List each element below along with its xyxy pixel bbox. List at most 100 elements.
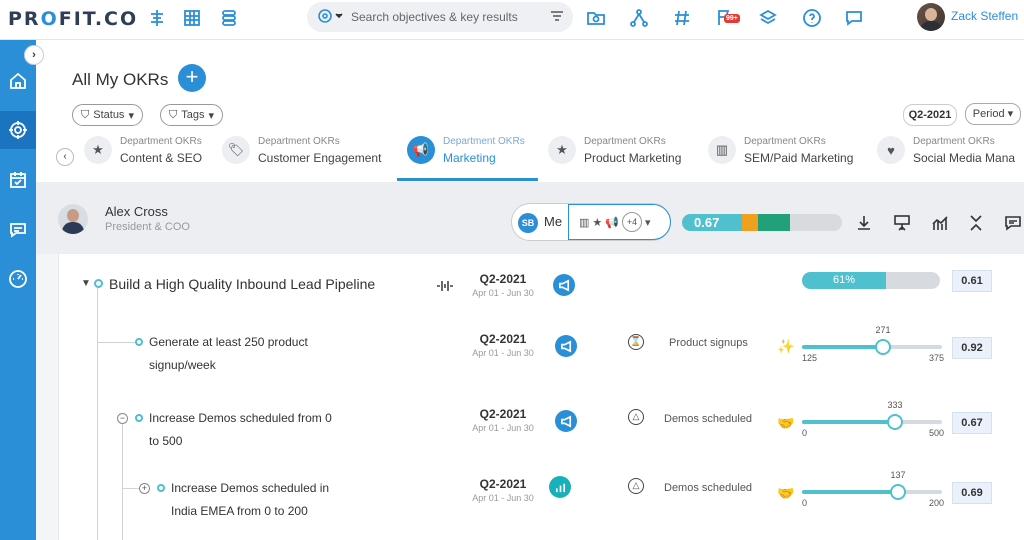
message-icon bbox=[10, 223, 26, 238]
sidebar-collapse-button[interactable]: › bbox=[24, 45, 44, 65]
kr-indicator: Demos scheduled bbox=[664, 482, 753, 494]
grid-icon[interactable] bbox=[180, 6, 204, 30]
analytics-icon[interactable] bbox=[929, 212, 951, 234]
download-icon[interactable] bbox=[853, 212, 875, 234]
user-name[interactable]: Zack Steffen bbox=[951, 9, 1018, 23]
initials-badge: SB bbox=[518, 213, 538, 233]
alignment-icon[interactable] bbox=[435, 276, 455, 301]
handshake-icon: 🤝 bbox=[777, 415, 795, 431]
star-icon: ★ bbox=[592, 216, 603, 229]
megaphone-icon bbox=[555, 410, 577, 432]
checklist-icon bbox=[10, 172, 26, 188]
more-teams-count: +4 bbox=[621, 212, 642, 232]
caret-down-icon: ▾ bbox=[644, 216, 651, 229]
active-tab-indicator bbox=[397, 178, 538, 181]
tabs-scroll-left[interactable]: ‹ bbox=[56, 148, 74, 166]
objective-score[interactable]: 0.61 bbox=[952, 270, 992, 292]
owner-avatar bbox=[58, 204, 88, 234]
tab-social-media[interactable]: ♥ Department OKRs Social Media Mana bbox=[877, 132, 1024, 182]
page-title: All My OKRs bbox=[72, 70, 169, 89]
sidebar-okrs[interactable] bbox=[0, 111, 36, 149]
folder-search-icon[interactable] bbox=[584, 6, 608, 30]
add-okr-button[interactable]: + bbox=[178, 64, 206, 92]
kr-score[interactable]: 0.67 bbox=[952, 412, 992, 434]
kr-score[interactable]: 0.92 bbox=[952, 337, 992, 359]
caret-down-icon: ▾ bbox=[128, 109, 134, 122]
hierarchy-icon[interactable] bbox=[627, 6, 651, 30]
status-filter[interactable]: ⛉ Status ▾ bbox=[72, 104, 143, 126]
list-toggle-icon[interactable] bbox=[217, 6, 241, 30]
funnel-icon: ⛉ bbox=[81, 108, 90, 121]
period-dropdown[interactable]: Period ▾ bbox=[965, 103, 1021, 125]
kr-title[interactable]: Increase Demos scheduled in India EMEA fr… bbox=[171, 477, 329, 523]
team-filter-dropdown[interactable]: ▥ ★ 📢 +4 ▾ bbox=[568, 204, 671, 240]
hashtag-icon[interactable] bbox=[670, 6, 694, 30]
collapse-triangle-icon[interactable]: ▼ bbox=[81, 278, 91, 289]
caret-down-icon: ▾ bbox=[1007, 108, 1014, 120]
funnel-icon: ⛉ bbox=[169, 108, 178, 121]
align-icon[interactable] bbox=[145, 6, 169, 30]
star-icon: ★ bbox=[548, 136, 576, 164]
triangle-icon: △ bbox=[628, 409, 644, 425]
objective-progress-label: 61% bbox=[832, 274, 856, 286]
tag-icon: 🏷 bbox=[222, 136, 250, 164]
sidebar-home[interactable] bbox=[0, 62, 36, 100]
objective-bullet bbox=[94, 279, 103, 288]
sparkle-icon: ✨ bbox=[777, 338, 795, 354]
expand-toggle-icon[interactable]: + bbox=[139, 483, 150, 494]
heart-icon: ♥ bbox=[877, 136, 905, 164]
kr-title[interactable]: Increase Demos scheduled from 0 to 500 bbox=[149, 407, 332, 453]
objective-period: Q2-2021 Apr 01 - Jun 30 bbox=[472, 272, 534, 298]
gauge-icon bbox=[9, 270, 27, 288]
bar-chart-icon bbox=[549, 476, 571, 498]
presentation-icon[interactable] bbox=[891, 212, 913, 234]
layers-icon[interactable] bbox=[756, 6, 780, 30]
home-icon bbox=[10, 72, 26, 89]
tree-line-nested bbox=[122, 424, 123, 540]
target-dropdown-icon[interactable] bbox=[317, 8, 345, 29]
quarter-selector[interactable]: Q2-2021 bbox=[903, 104, 957, 126]
megaphone-icon bbox=[555, 335, 577, 357]
kr-progress-slider[interactable]: 333 0 500 bbox=[802, 400, 944, 438]
tree-line bbox=[97, 284, 98, 540]
tree-branch bbox=[97, 342, 135, 343]
owner-role: President & COO bbox=[105, 221, 190, 233]
comment-icon[interactable] bbox=[1002, 212, 1024, 234]
owner-name: Alex Cross bbox=[105, 204, 168, 219]
okr-list: ▼ Build a High Quality Inbound Lead Pipe… bbox=[58, 254, 1024, 540]
kr-title[interactable]: Generate at least 250 product signup/week bbox=[149, 331, 308, 377]
bar-chart-icon: ▥ bbox=[579, 216, 590, 229]
me-label: Me bbox=[544, 214, 563, 229]
search-input[interactable] bbox=[351, 8, 541, 26]
help-icon[interactable] bbox=[800, 6, 824, 30]
hourglass-icon: ⌛ bbox=[628, 334, 644, 350]
tags-filter[interactable]: ⛉ Tags ▾ bbox=[160, 104, 224, 126]
kr-bullet bbox=[135, 414, 143, 422]
overall-progress-bar: 0.67 bbox=[682, 214, 842, 231]
objective-title[interactable]: Build a High Quality Inbound Lead Pipeli… bbox=[109, 276, 375, 292]
kr-period: Q2-2021 Apr 01 - Jun 30 bbox=[472, 477, 534, 503]
kr-period: Q2-2021 Apr 01 - Jun 30 bbox=[472, 332, 534, 358]
owner-row: Alex Cross President & COO SB Me ▥ ★ 📢 +… bbox=[36, 182, 1024, 254]
kr-progress-slider[interactable]: 271 125 375 bbox=[802, 325, 944, 363]
profit-co-logo[interactable]: PROFIT.CO bbox=[8, 8, 138, 30]
user-avatar[interactable] bbox=[917, 3, 945, 31]
kr-indicator: Demos scheduled bbox=[664, 413, 753, 425]
chat-icon[interactable] bbox=[842, 6, 866, 30]
kr-bullet bbox=[157, 484, 165, 492]
collapse-all-icon[interactable] bbox=[965, 212, 987, 234]
sidebar-dashboard[interactable] bbox=[0, 260, 36, 298]
search-box[interactable] bbox=[307, 2, 573, 32]
caret-down-icon: ▾ bbox=[208, 109, 215, 122]
kr-bullet bbox=[135, 338, 143, 346]
sidebar-tasks[interactable] bbox=[0, 161, 36, 199]
kr-progress-slider[interactable]: 137 0 200 bbox=[802, 470, 944, 508]
sidebar-messages[interactable] bbox=[0, 211, 36, 249]
bar-chart-icon: ▥ bbox=[708, 136, 736, 164]
me-selector[interactable]: SB Me ▥ ★ 📢 +4 ▾ bbox=[511, 203, 671, 241]
kr-score[interactable]: 0.69 bbox=[952, 482, 992, 504]
okr-header: All My OKRs + ⛉ Status ▾ ⛉ Tags ▾ Q2-2021 Pe… bbox=[36, 40, 1024, 182]
collapse-toggle-icon[interactable]: − bbox=[117, 413, 128, 424]
star-icon: ★ bbox=[84, 136, 112, 164]
filter-icon[interactable] bbox=[549, 9, 565, 30]
